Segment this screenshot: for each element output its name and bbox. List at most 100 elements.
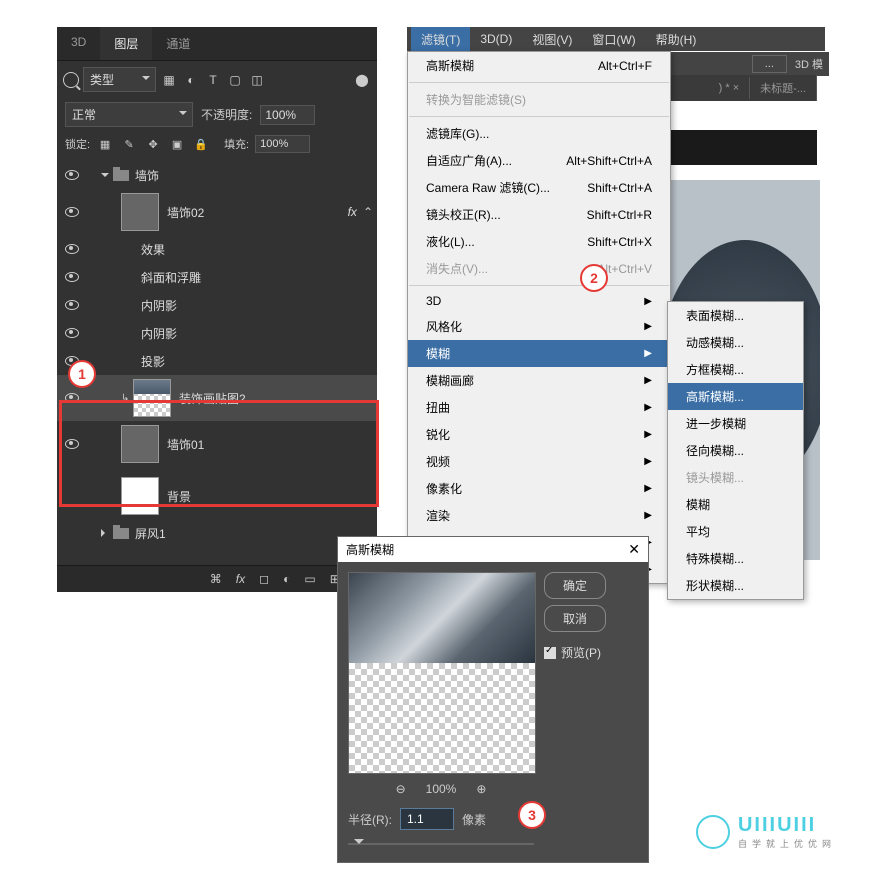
- submenu-average[interactable]: 平均: [668, 518, 803, 545]
- filter-shape-icon[interactable]: ▢: [226, 71, 244, 89]
- visibility-toggle[interactable]: [61, 272, 83, 282]
- group-icon[interactable]: ▭: [304, 572, 315, 586]
- lock-move-icon[interactable]: ✥: [144, 135, 162, 153]
- menu-stylize[interactable]: 风格化▶: [408, 313, 670, 340]
- menu-camera-raw[interactable]: Camera Raw 滤镜(C)...Shift+Ctrl+A: [408, 174, 670, 201]
- eye-icon: [65, 328, 79, 338]
- filter-smart-icon[interactable]: ◫: [248, 71, 266, 89]
- radius-slider[interactable]: [348, 836, 534, 852]
- effect-name: 斜面和浮雕: [141, 271, 201, 285]
- submenu-box-blur[interactable]: 方框模糊...: [668, 356, 803, 383]
- submenu-surface-blur[interactable]: 表面模糊...: [668, 302, 803, 329]
- lock-all-icon[interactable]: 🔒: [192, 135, 210, 153]
- close-icon[interactable]: ✕: [628, 541, 640, 558]
- ok-button[interactable]: 确定: [544, 572, 606, 599]
- visibility-toggle[interactable]: [61, 244, 83, 254]
- zoom-in-icon[interactable]: ⊕: [476, 782, 486, 796]
- filter-toggle-icon[interactable]: ⬤: [353, 71, 371, 89]
- menu-video[interactable]: 视频▶: [408, 448, 670, 475]
- group-wallart[interactable]: 墙饰: [57, 161, 377, 189]
- disclosure-icon[interactable]: [101, 173, 109, 181]
- group-screen[interactable]: 屏风1: [57, 519, 377, 547]
- doc-tab-1[interactable]: ) * ×: [709, 77, 750, 99]
- toolbar-dots[interactable]: ...: [752, 55, 787, 73]
- visibility-toggle[interactable]: [61, 300, 83, 310]
- arrow-icon: ▶: [644, 375, 652, 386]
- preview-image[interactable]: [348, 572, 536, 774]
- effect-drop-shadow[interactable]: 投影: [57, 347, 377, 375]
- menu-lens-correction[interactable]: 镜头校正(R)...Shift+Ctrl+R: [408, 201, 670, 228]
- lock-brush-icon[interactable]: ✎: [120, 135, 138, 153]
- fx-indicator[interactable]: fx: [348, 205, 357, 219]
- menu-liquify[interactable]: 液化(L)...Shift+Ctrl+X: [408, 228, 670, 255]
- effect-bevel[interactable]: 斜面和浮雕: [57, 263, 377, 291]
- effects-header[interactable]: 效果: [57, 235, 377, 263]
- lock-pixels-icon[interactable]: ▦: [96, 135, 114, 153]
- menu-distort[interactable]: 扭曲▶: [408, 394, 670, 421]
- menu-filter-gallery[interactable]: 滤镜库(G)...: [408, 120, 670, 147]
- menu-last-filter[interactable]: 高斯模糊Alt+Ctrl+F: [408, 52, 670, 79]
- radius-input[interactable]: 1.1: [400, 808, 454, 830]
- link-icon[interactable]: ⌘: [210, 572, 222, 586]
- filter-adjust-icon[interactable]: ◐: [182, 71, 200, 89]
- menu-3d[interactable]: 3D(D): [470, 28, 522, 50]
- menu-pixelate[interactable]: 像素化▶: [408, 475, 670, 502]
- filter-type-dropdown[interactable]: 类型: [83, 67, 156, 92]
- lock-artboard-icon[interactable]: ▣: [168, 135, 186, 153]
- submenu-motion-blur[interactable]: 动感模糊...: [668, 329, 803, 356]
- fx-icon[interactable]: fx: [236, 572, 245, 586]
- layers-bottom-bar: ⌘ fx ◻ ◐ ▭ ⊞ 🗑: [57, 565, 377, 592]
- menu-help[interactable]: 帮助(H): [646, 27, 707, 52]
- callout-3: 3: [518, 801, 546, 829]
- blend-mode-dropdown[interactable]: 正常: [65, 102, 193, 127]
- submenu-smart-blur[interactable]: 特殊模糊...: [668, 545, 803, 572]
- submenu-blur-more[interactable]: 进一步模糊: [668, 410, 803, 437]
- app-menubar: 滤镜(T) 3D(D) 视图(V) 窗口(W) 帮助(H): [407, 27, 825, 51]
- effect-inner-shadow-2[interactable]: 内阴影: [57, 319, 377, 347]
- menu-sharpen[interactable]: 锐化▶: [408, 421, 670, 448]
- chevron-icon[interactable]: ⌃: [363, 205, 373, 219]
- preview-checkbox-row[interactable]: 预览(P): [544, 644, 606, 661]
- menu-blur[interactable]: 模糊▶: [408, 340, 670, 367]
- filter-pixel-icon[interactable]: ▦: [160, 71, 178, 89]
- doc-tab-untitled[interactable]: 未标题-...: [750, 75, 817, 101]
- layer-thumbnail: [121, 193, 159, 231]
- arrow-icon: ▶: [644, 402, 652, 413]
- dialog-title: 高斯模糊: [346, 541, 394, 558]
- submenu-lens-blur: 镜头模糊...: [668, 464, 803, 491]
- effect-inner-shadow[interactable]: 内阴影: [57, 291, 377, 319]
- menu-window[interactable]: 窗口(W): [582, 27, 645, 52]
- layer-wall02[interactable]: 墙饰02 fx ⌃: [57, 189, 377, 235]
- menu-3d[interactable]: 3D▶: [408, 289, 670, 313]
- menu-filter[interactable]: 滤镜(T): [411, 27, 470, 52]
- menu-view[interactable]: 视图(V): [522, 27, 582, 52]
- slider-thumb-icon[interactable]: [354, 839, 364, 849]
- opacity-input[interactable]: 100%: [260, 105, 315, 125]
- menu-convert-smart: 转换为智能滤镜(S): [408, 86, 670, 113]
- menu-render[interactable]: 渲染▶: [408, 502, 670, 529]
- submenu-shape-blur[interactable]: 形状模糊...: [668, 572, 803, 599]
- cancel-button[interactable]: 取消: [544, 605, 606, 632]
- tab-3d[interactable]: 3D: [57, 27, 100, 60]
- layer-name: 墙饰02: [167, 204, 348, 221]
- toolbar-3d[interactable]: 3D 模: [795, 56, 823, 72]
- zoom-out-icon[interactable]: ⊖: [396, 782, 406, 796]
- submenu-blur[interactable]: 模糊: [668, 491, 803, 518]
- menu-adaptive-wide[interactable]: 自适应广角(A)...Alt+Shift+Ctrl+A: [408, 147, 670, 174]
- visibility-toggle[interactable]: [61, 328, 83, 338]
- filter-text-icon[interactable]: T: [204, 71, 222, 89]
- submenu-gaussian-blur[interactable]: 高斯模糊...: [668, 383, 803, 410]
- visibility-toggle[interactable]: [61, 170, 83, 180]
- dialog-titlebar[interactable]: 高斯模糊 ✕: [338, 537, 648, 562]
- checkbox-icon[interactable]: [544, 647, 556, 659]
- tab-channels[interactable]: 通道: [152, 27, 204, 60]
- disclosure-icon[interactable]: [101, 529, 109, 537]
- tab-layers[interactable]: 图层: [100, 27, 152, 60]
- fill-input[interactable]: 100%: [255, 135, 310, 153]
- submenu-radial-blur[interactable]: 径向模糊...: [668, 437, 803, 464]
- menu-blur-gallery[interactable]: 模糊画廊▶: [408, 367, 670, 394]
- visibility-toggle[interactable]: [61, 207, 83, 217]
- effects-label: 效果: [141, 243, 165, 257]
- adjustment-icon[interactable]: ◐: [283, 572, 290, 586]
- mask-icon[interactable]: ◻: [259, 572, 269, 586]
